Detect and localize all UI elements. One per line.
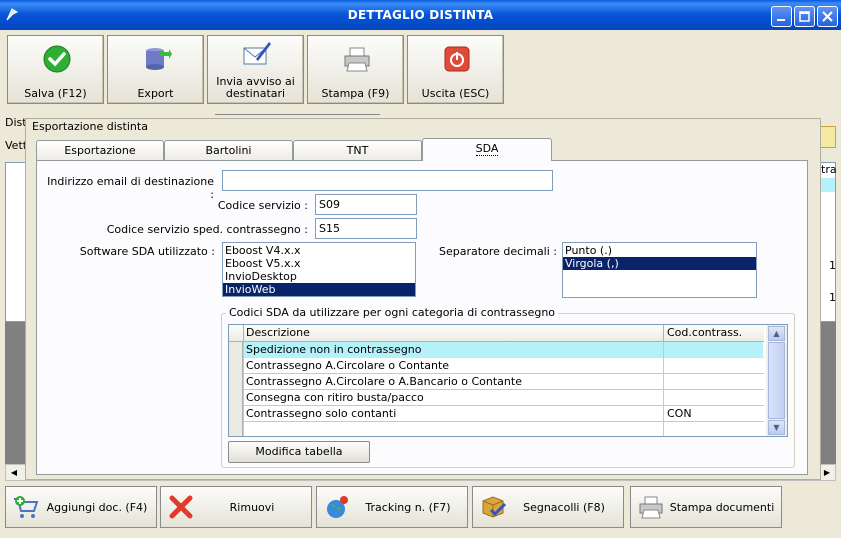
tab-sda-label: SDA bbox=[475, 142, 499, 156]
database-export-icon bbox=[146, 48, 172, 70]
notify-recipients-button[interactable]: Invia avviso ai destinatari bbox=[207, 35, 304, 104]
maximize-button[interactable] bbox=[794, 6, 815, 27]
cod-codes-grid[interactable]: Descrizione Cod.contrass. Spedizione non… bbox=[228, 324, 788, 437]
remove-button[interactable]: Rimuovi bbox=[160, 486, 312, 528]
notify-label-line2: destinatari bbox=[225, 87, 286, 100]
row-description: Consegna con ritiro busta/pacco bbox=[243, 390, 663, 406]
dialog-title: Esportazione distinta bbox=[32, 120, 148, 133]
scroll-up-arrow-icon[interactable]: ▲ bbox=[768, 326, 785, 341]
grid-header: Descrizione Cod.contrass. bbox=[229, 325, 764, 342]
email-label: Indirizzo email di destinazione : bbox=[47, 175, 214, 201]
labels-button[interactable]: Segnacolli (F8) bbox=[472, 486, 624, 528]
cod-service-input[interactable]: S15 bbox=[315, 218, 417, 239]
row-code bbox=[663, 358, 763, 374]
modify-table-button[interactable]: Modifica tabella bbox=[228, 441, 370, 463]
tab-tnt[interactable]: TNT bbox=[293, 140, 422, 161]
background-grid-cell: 1 bbox=[829, 259, 836, 272]
email-input[interactable] bbox=[222, 170, 553, 191]
checkmark-icon bbox=[43, 45, 71, 73]
software-option-selected[interactable]: InvioWeb bbox=[223, 283, 415, 296]
row-description bbox=[243, 422, 663, 436]
row-code bbox=[663, 374, 763, 390]
software-label: Software SDA utilizzato : bbox=[79, 245, 215, 258]
table-row[interactable] bbox=[229, 422, 764, 436]
row-description: Contrassegno A.Circolare o Contante bbox=[243, 358, 663, 374]
cart-add-icon bbox=[14, 496, 39, 518]
software-option[interactable]: Eboost V5.x.x bbox=[223, 257, 415, 270]
row-code: CON bbox=[663, 406, 763, 422]
divider bbox=[215, 114, 380, 117]
title-bar: DETTAGLIO DISTINTA bbox=[0, 0, 841, 30]
globe-icon bbox=[327, 496, 348, 518]
tab-sda[interactable]: SDA bbox=[422, 138, 552, 161]
exit-button[interactable]: Uscita (ESC) bbox=[407, 35, 504, 104]
red-x-icon bbox=[169, 495, 193, 519]
save-button[interactable]: Salva (F12) bbox=[7, 35, 104, 104]
printer-icon bbox=[639, 496, 663, 519]
software-option[interactable]: InvioDesktop bbox=[223, 270, 415, 283]
export-label: Export bbox=[137, 87, 174, 100]
remove-label: Rimuovi bbox=[229, 501, 275, 514]
service-code-input[interactable]: S09 bbox=[315, 194, 417, 215]
print-button[interactable]: Stampa (F9) bbox=[307, 35, 404, 104]
decimal-option[interactable]: Punto (.) bbox=[563, 244, 756, 257]
row-description: Contrassegno solo contanti bbox=[243, 406, 663, 422]
minimize-icon bbox=[777, 19, 785, 21]
print-label: Stampa (F9) bbox=[321, 87, 390, 100]
scroll-left-arrow-icon[interactable]: ◀ bbox=[6, 465, 22, 480]
close-icon bbox=[822, 11, 833, 22]
printer-icon bbox=[344, 47, 370, 72]
row-code bbox=[663, 422, 763, 436]
table-row[interactable]: Contrassegno A.Circolare o A.Bancario o … bbox=[229, 374, 764, 390]
add-document-label: Aggiungi doc. (F4) bbox=[46, 501, 148, 514]
cod-codes-group-title: Codici SDA da utilizzare per ogni catego… bbox=[226, 306, 559, 319]
package-check-icon bbox=[482, 496, 507, 518]
background-grid-header: tra bbox=[821, 163, 837, 176]
background-grid-row bbox=[821, 178, 835, 192]
table-row[interactable]: Contrassegno solo contanti CON bbox=[229, 406, 764, 422]
cod-service-label: Codice servizio sped. contrassegno : bbox=[106, 223, 308, 236]
tracking-label: Tracking n. (F7) bbox=[365, 501, 451, 514]
row-description: Spedizione non in contrassegno bbox=[243, 342, 663, 358]
vett-label: Vett bbox=[5, 139, 28, 152]
envelope-pen-icon bbox=[243, 42, 271, 65]
add-document-button[interactable]: Aggiungi doc. (F4) bbox=[5, 486, 157, 528]
grid-header-code[interactable]: Cod.contrass. bbox=[663, 325, 763, 342]
notify-label: Invia avviso ai destinatari bbox=[208, 76, 303, 100]
power-icon bbox=[444, 46, 470, 72]
export-button[interactable]: Export bbox=[107, 35, 204, 104]
grid-header-description[interactable]: Descrizione bbox=[243, 325, 663, 342]
row-code bbox=[663, 342, 763, 358]
print-documents-button[interactable]: Stampa documenti bbox=[630, 486, 782, 528]
scroll-down-arrow-icon[interactable]: ▼ bbox=[768, 420, 785, 435]
labels-label: Segnacolli (F8) bbox=[523, 501, 605, 514]
background-grid-cell: 1 bbox=[829, 291, 836, 304]
table-row[interactable]: Consegna con ritiro busta/pacco bbox=[229, 390, 764, 406]
dist-label: Dist bbox=[5, 116, 27, 129]
decimal-option-selected[interactable]: Virgola (,) bbox=[563, 257, 756, 270]
row-description: Contrassegno A.Circolare o A.Bancario o … bbox=[243, 374, 663, 390]
software-option[interactable]: Eboost V4.x.x bbox=[223, 244, 415, 257]
decimal-separator-label: Separatore decimali : bbox=[439, 245, 557, 258]
maximize-icon bbox=[799, 11, 810, 22]
tracking-button[interactable]: Tracking n. (F7) bbox=[316, 486, 468, 528]
tab-bartolini[interactable]: Bartolini bbox=[164, 140, 293, 161]
close-button[interactable] bbox=[817, 6, 838, 27]
table-row[interactable]: Contrassegno A.Circolare o Contante bbox=[229, 358, 764, 374]
decimal-separator-listbox[interactable]: Punto (.) Virgola (,) bbox=[562, 242, 757, 298]
window-title: DETTAGLIO DISTINTA bbox=[347, 8, 494, 22]
save-label: Salva (F12) bbox=[24, 87, 87, 100]
table-row[interactable]: Spedizione non in contrassegno bbox=[229, 342, 764, 358]
software-listbox[interactable]: Eboost V4.x.x Eboost V5.x.x InvioDesktop… bbox=[222, 242, 416, 297]
service-code-label: Codice servizio : bbox=[217, 199, 308, 212]
print-documents-label: Stampa documenti bbox=[669, 501, 775, 514]
tab-esportazione[interactable]: Esportazione bbox=[36, 140, 164, 161]
scroll-right-arrow-icon[interactable]: ▶ bbox=[819, 465, 835, 480]
grid-vertical-scrollbar[interactable]: ▲ ▼ bbox=[766, 325, 787, 436]
scroll-thumb[interactable] bbox=[768, 342, 785, 419]
minimize-button[interactable] bbox=[771, 6, 792, 27]
row-code bbox=[663, 390, 763, 406]
row-selector-column[interactable] bbox=[229, 342, 243, 436]
exit-label: Uscita (ESC) bbox=[421, 87, 490, 100]
